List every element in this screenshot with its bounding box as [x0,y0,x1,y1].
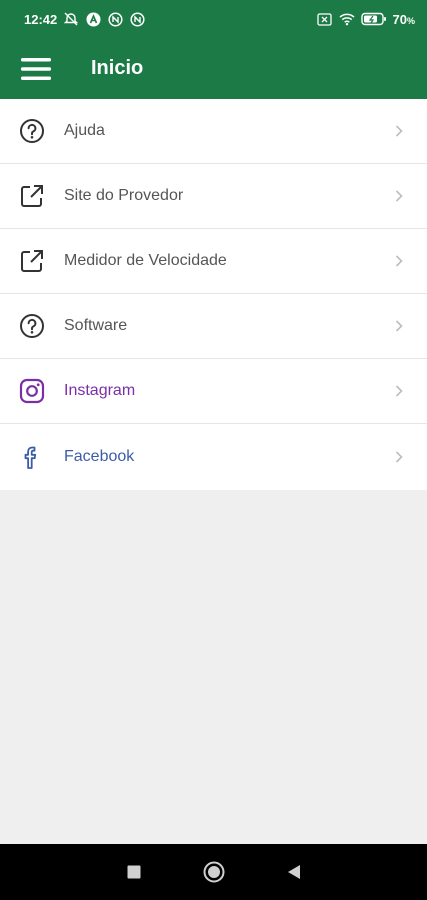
back-button[interactable] [287,864,301,880]
menu-item-label: Instagram [64,382,136,399]
battery-level: 70% [392,11,415,27]
menu-item-label: Ajuda [64,122,105,139]
vpn-icon [107,11,123,27]
help-circle-icon [0,294,64,359]
hamburger-menu-icon [21,57,51,80]
help-circle-icon [0,99,64,164]
chevron-right-icon [395,255,403,267]
menu-item-software[interactable]: Software [0,294,427,359]
home-button[interactable] [203,861,225,883]
app-bar: Inicio [0,38,427,99]
menu-item-ajuda[interactable]: Ajuda [0,99,427,164]
battery-icon [360,11,387,27]
app-a-icon [85,11,101,27]
menu-item-instagram[interactable]: Instagram [0,359,427,424]
chevron-right-icon [395,125,403,137]
external-link-icon [0,164,64,229]
menu-item-label: Software [64,317,128,334]
wifi-icon [338,11,355,27]
chevron-right-icon [395,451,403,463]
instagram-icon [0,359,64,424]
triangle-back-icon [287,865,300,879]
chevron-right-icon [395,320,403,332]
alarm-off-icon [63,11,79,27]
status-left: 12:42 [24,11,145,27]
menu-item-label: Medidor de Velocidade [64,252,227,269]
status-right: 70% [317,11,415,27]
chevron-right-icon [395,385,403,397]
chevron-right-icon [395,190,403,202]
sim-off-icon [317,11,333,27]
vpn-icon-2 [129,11,145,27]
menu-item-medidor-de-velocidade[interactable]: Medidor de Velocidade [0,229,427,294]
system-navigation-bar [0,844,427,900]
menu-item-label: Facebook [64,448,135,465]
menu-list: Ajuda Site do Provedor Medidor de Veloci… [0,99,427,490]
square-icon [127,865,140,879]
page-title: Inicio [91,57,144,79]
facebook-icon [0,425,64,490]
status-time: 12:42 [24,11,58,27]
menu-item-facebook[interactable]: Facebook [0,424,427,490]
circle-icon [203,861,224,883]
menu-item-label: Site do Provedor [64,187,184,204]
external-link-icon [0,229,64,294]
hamburger-menu-button[interactable] [0,38,72,99]
recents-button[interactable] [127,865,141,879]
menu-item-site-do-provedor[interactable]: Site do Provedor [0,164,427,229]
status-bar: 12:42 70% [0,0,427,38]
